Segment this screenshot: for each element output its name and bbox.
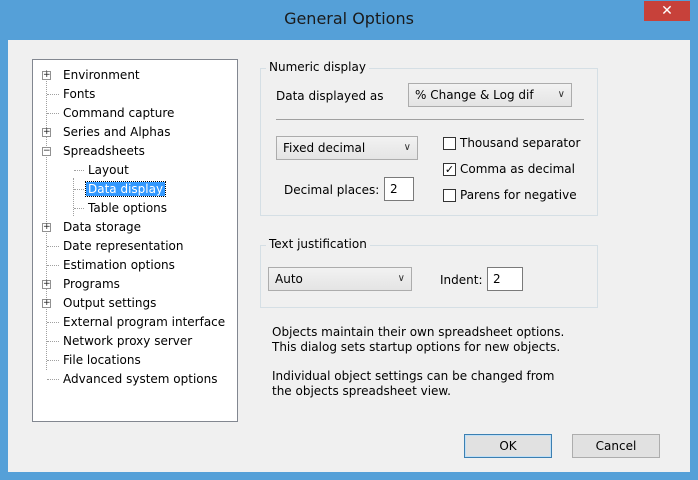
tree-branch-line [74,170,84,171]
indent-label: Indent: [440,273,483,287]
tree-item-spreadsheets[interactable]: Spreadsheets [61,142,147,160]
close-button[interactable]: ✕ [644,1,690,21]
tree-branch-line [47,341,59,342]
tree-item-table-options[interactable]: Table options [86,199,169,217]
dialog-client-area: Environment + Fonts Command capture Seri… [8,40,690,472]
tree-connector-line [46,70,47,370]
tree-item-output-settings[interactable]: Output settings [61,294,158,312]
title-bar[interactable]: General Options ✕ [0,0,698,40]
tree-item-programs[interactable]: Programs [61,275,122,293]
tree-item-network-proxy-server[interactable]: Network proxy server [61,332,194,350]
expand-plus-icon[interactable]: + [42,280,51,289]
tree-branch-line [47,379,59,380]
decimal-places-input[interactable]: 2 [384,177,414,201]
chevron-down-icon: ∨ [403,142,411,153]
number-format-value: Fixed decimal [283,141,366,155]
tree-branch-line [74,208,84,209]
tree-item-environment[interactable]: Environment [61,66,142,84]
chevron-down-icon: ∨ [397,273,405,284]
expand-plus-icon[interactable]: + [42,71,51,80]
parens-negative-label: Parens for negative [460,188,577,202]
collapse-minus-icon[interactable]: − [42,147,51,156]
tree-item-command-capture[interactable]: Command capture [61,104,176,122]
chevron-down-icon: ∨ [557,89,565,100]
thousand-separator-label: Thousand separator [460,136,581,150]
info-line-3: Individual object settings can be change… [272,369,555,383]
decimal-places-label: Decimal places: [284,183,380,197]
comma-as-decimal-label: Comma as decimal [460,162,575,176]
checkbox-empty-icon [443,137,456,150]
tree-branch-line [47,322,59,323]
expand-plus-icon[interactable]: + [42,128,51,137]
window-title: General Options [284,9,414,28]
checkbox-checked-icon: ✓ [443,163,456,176]
numeric-display-legend: Numeric display [266,60,369,74]
tree-item-fonts[interactable]: Fonts [61,85,97,103]
ok-button[interactable]: OK [464,434,552,458]
tree-item-estimation-options[interactable]: Estimation options [61,256,177,274]
tree-item-series-alphas[interactable]: Series and Alphas [61,123,172,141]
tree-branch-line [47,360,59,361]
close-icon: ✕ [661,3,673,19]
justification-value: Auto [275,272,303,286]
tree-item-file-locations[interactable]: File locations [61,351,143,369]
tree-branch-line [47,246,59,247]
tree-branch-line [47,265,59,266]
tree-branch-line [47,94,59,95]
data-displayed-value: % Change & Log dif [415,88,534,102]
tree-item-layout[interactable]: Layout [86,161,131,179]
options-tree[interactable]: Environment + Fonts Command capture Seri… [32,59,238,422]
number-format-select[interactable]: Fixed decimal ∨ [276,136,418,160]
dialog-window: General Options ✕ Environment + Fonts Co… [0,0,698,480]
cancel-button[interactable]: Cancel [572,434,660,458]
indent-input[interactable]: 2 [487,267,523,291]
expand-plus-icon[interactable]: + [42,223,51,232]
tree-item-external-program-interface[interactable]: External program interface [61,313,227,331]
tree-item-advanced-system-options[interactable]: Advanced system options [61,370,219,388]
tree-connector-line-sub [73,178,74,216]
info-line-4: the objects spreadsheet view. [272,384,451,398]
data-displayed-select[interactable]: % Change & Log dif ∨ [408,83,572,107]
tree-branch-line [47,113,59,114]
tree-branch-line [74,189,84,190]
info-line-1: Objects maintain their own spreadsheet o… [272,325,565,339]
tree-item-data-display[interactable]: Data display [84,180,167,198]
expand-plus-icon[interactable]: + [42,299,51,308]
tree-item-date-representation[interactable]: Date representation [61,237,186,255]
tree-item-data-storage[interactable]: Data storage [61,218,143,236]
data-displayed-label: Data displayed as [276,89,384,103]
info-line-2: This dialog sets startup options for new… [272,340,561,354]
text-justification-legend: Text justification [266,237,370,251]
checkbox-empty-icon [443,189,456,202]
numeric-separator [276,119,584,120]
justification-select[interactable]: Auto ∨ [268,267,412,291]
